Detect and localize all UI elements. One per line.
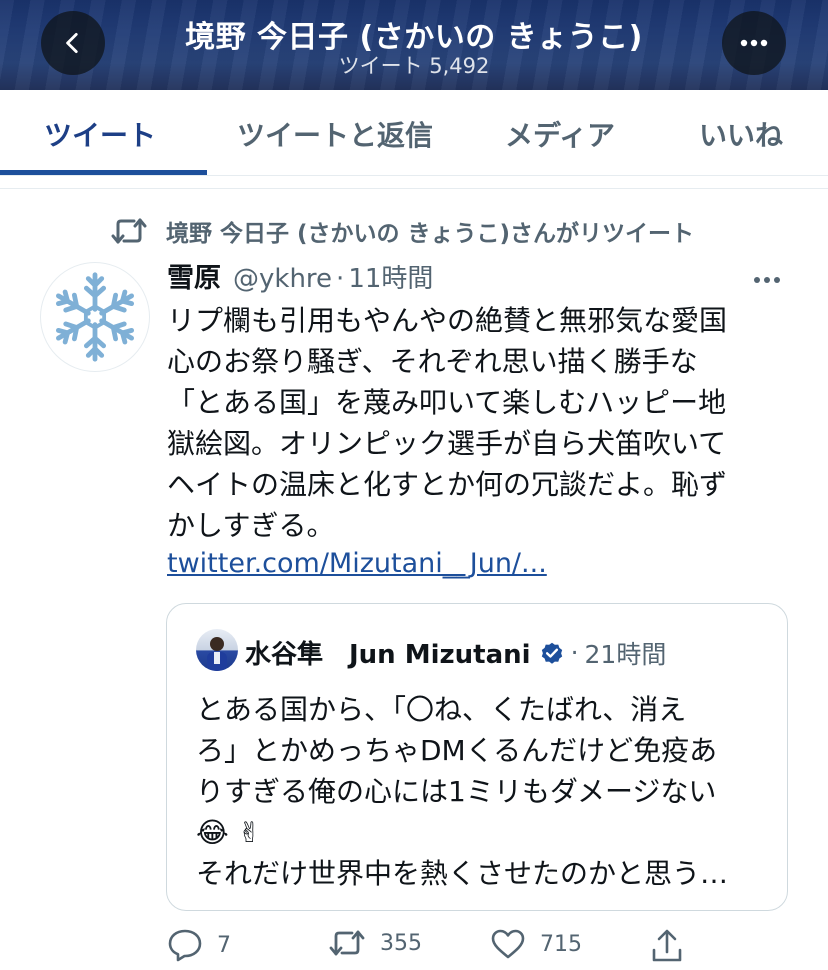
tweet-more-button[interactable] — [752, 270, 782, 289]
quote-text-line: りすぎる俺の心には1ミリもダメージない — [196, 775, 717, 808]
profile-header: 境野 今日子 (さかいの きょうこ) ツイート 5,492 — [0, 0, 828, 90]
tweet-text-line: かしすぎる。 — [167, 509, 335, 542]
quote-text-line: とある国から、「〇ね、くたばれ、消え — [196, 693, 687, 726]
tab-media[interactable]: メディア — [505, 114, 615, 154]
snowflake-icon — [47, 272, 143, 365]
quoted-tweet-card[interactable]: 水谷隼 Jun Mizutani · 21時間 とある国から、「〇ね、くたばれ、… — [166, 603, 788, 911]
tab-likes[interactable]: いいね — [699, 114, 783, 154]
author-display-name[interactable]: 雪原 — [167, 256, 221, 295]
quote-text-line: 😂 ✌ — [196, 816, 262, 849]
retweet-count: 355 — [380, 930, 422, 956]
profile-tabs: ツイート ツイートと返信 メディア いいね — [0, 90, 828, 176]
tweet-link[interactable]: twitter.com/Mizutani__Jun/... — [167, 548, 547, 579]
quote-text-line: それだけ世界中を熱くさせたのかと思う… — [196, 857, 729, 890]
separator-dot: · — [570, 638, 579, 667]
separator-dot: · — [336, 264, 345, 294]
person-avatar-icon — [207, 637, 227, 671]
quote-text: とある国から、「〇ね、くたばれ、消え ろ」とかめっちゃDMくるんだけど免疫あ り… — [196, 689, 776, 894]
quote-author-name[interactable]: 水谷隼 Jun Mizutani — [245, 634, 531, 671]
tab-tweets-and-replies[interactable]: ツイートと返信 — [237, 114, 433, 154]
retweet-button[interactable]: 355 — [328, 928, 422, 958]
avatar[interactable] — [40, 262, 150, 372]
tweet-text-line: 心のお祭り騒ぎ、それぞれ思い描く勝手な — [167, 345, 698, 378]
more-horizontal-icon — [740, 39, 768, 47]
share-button[interactable] — [650, 928, 684, 964]
divider — [0, 188, 828, 189]
quote-text-line: ろ」とかめっちゃDMくるんだけど免疫あ — [196, 734, 718, 767]
reply-count: 7 — [217, 932, 231, 958]
retweet-notice[interactable]: 境野 今日子 (さかいの きょうこ)さんがリツイート — [110, 214, 694, 248]
tweet-timestamp[interactable]: 11時間 — [348, 258, 433, 295]
reply-button[interactable]: 7 — [167, 928, 231, 962]
tweet-text-line: 「とある国」を蔑み叩いて楽しむハッピー地 — [167, 386, 727, 419]
retweet-icon — [329, 930, 365, 956]
like-count: 715 — [540, 931, 582, 957]
tweet-text-line: ヘイトの温床と化すとか何の冗談だよ。恥ず — [167, 468, 728, 501]
verified-badge-icon — [539, 640, 565, 666]
active-tab-indicator — [0, 170, 207, 175]
quote-avatar[interactable] — [196, 629, 238, 671]
more-horizontal-icon — [754, 277, 780, 283]
quote-author-line: 水谷隼 Jun Mizutani · 21時間 — [245, 634, 666, 671]
like-button[interactable]: 715 — [490, 928, 582, 960]
tweet-text-line: 獄絵図。オリンピック選手が自ら犬笛吹いて — [167, 427, 727, 460]
tweet-text-line: リプ欄も引用もやんやの絶賛と無邪気な愛国 — [167, 304, 728, 337]
tab-tweets[interactable]: ツイート — [44, 114, 156, 154]
tweet-count: ツイート 5,492 — [338, 54, 490, 78]
tweet-text: リプ欄も引用もやんやの絶賛と無邪気な愛国 心のお祭り騒ぎ、それぞれ思い描く勝手な… — [167, 300, 779, 546]
heart-icon — [491, 929, 525, 959]
retweet-icon — [111, 218, 147, 244]
quote-timestamp: 21時間 — [584, 639, 667, 669]
tweet-author-line: 雪原 @ykhre · 11時間 — [167, 256, 433, 295]
retweet-notice-label: 境野 今日子 (さかいの きょうこ)さんがリツイート — [166, 221, 695, 247]
more-button[interactable] — [722, 11, 786, 75]
tweet-action-bar: 7 355 715 — [0, 928, 828, 968]
share-icon — [652, 929, 682, 962]
reply-icon — [168, 929, 202, 962]
author-handle[interactable]: @ykhre — [233, 264, 332, 294]
